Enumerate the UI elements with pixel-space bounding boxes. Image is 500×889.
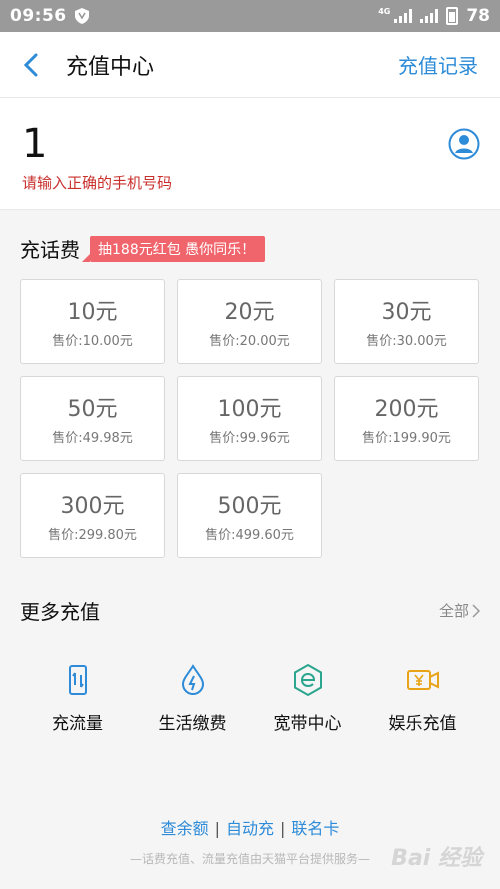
utility-bill-label: 生活缴费 xyxy=(158,714,227,734)
contact-icon[interactable] xyxy=(448,128,480,160)
amount-option[interactable]: 20元售价:20.00元 xyxy=(177,279,322,364)
amount-value: 300元 xyxy=(60,494,125,519)
entertainment-item[interactable]: 娱乐充值 xyxy=(365,663,480,734)
view-all-link[interactable]: 全部 xyxy=(439,600,480,621)
status-time: 09:56 xyxy=(10,6,67,26)
video-yen-icon xyxy=(406,670,439,690)
broadband-icon xyxy=(293,663,322,697)
data-flow-item[interactable]: 充流量 xyxy=(20,663,135,734)
battery-icon xyxy=(446,7,459,25)
amount-value: 50元 xyxy=(67,397,118,422)
back-button[interactable] xyxy=(22,52,48,78)
phone-number-input[interactable]: 1 xyxy=(22,122,478,166)
nav-bar: 充值中心 充值记录 xyxy=(0,32,500,98)
section-title: 充话费 xyxy=(20,238,80,262)
co-branded-card-link[interactable]: 联名卡 xyxy=(291,819,339,838)
amount-price: 售价:499.60元 xyxy=(205,528,294,543)
amount-value: 200元 xyxy=(374,397,439,422)
amount-price: 售价:30.00元 xyxy=(366,334,447,349)
signal-icon xyxy=(394,9,413,23)
page-title: 充值中心 xyxy=(66,54,155,80)
amount-value: 10元 xyxy=(67,300,118,325)
amount-option[interactable]: 500元售价:499.60元 xyxy=(177,473,322,558)
watermark: Bai 经验 xyxy=(391,846,482,871)
utility-bill-item[interactable]: 生活缴费 xyxy=(135,663,250,734)
water-drop-icon xyxy=(181,664,204,696)
data-flow-icon xyxy=(68,665,87,695)
amount-price: 售价:299.80元 xyxy=(48,528,137,543)
amount-price: 售价:199.90元 xyxy=(362,431,451,446)
amount-value: 30元 xyxy=(381,300,432,325)
promo-badge[interactable]: 抽188元红包 愚你同乐！ xyxy=(81,235,266,262)
phone-charge-section: 充话费 抽188元红包 愚你同乐！ 10元售价:10.00元 20元售价:20.… xyxy=(0,210,500,558)
check-balance-link[interactable]: 查余额 xyxy=(161,819,209,838)
phone-error-message: 请输入正确的手机号码 xyxy=(22,174,173,192)
auto-recharge-link[interactable]: 自动充 xyxy=(226,819,274,838)
more-title: 更多充值 xyxy=(20,600,100,624)
amount-value: 100元 xyxy=(217,397,282,422)
amount-price: 售价:20.00元 xyxy=(209,334,290,349)
chevron-right-icon xyxy=(472,603,480,618)
amount-price: 售价:99.96元 xyxy=(209,431,290,446)
amount-value: 500元 xyxy=(217,494,282,519)
broadband-label: 宽带中心 xyxy=(273,714,342,734)
broadband-item[interactable]: 宽带中心 xyxy=(250,663,365,734)
amount-option[interactable]: 30元售价:30.00元 xyxy=(334,279,479,364)
amount-option[interactable]: 10元售价:10.00元 xyxy=(20,279,165,364)
amount-option[interactable]: 50元售价:49.98元 xyxy=(20,376,165,461)
footer-links: 查余额 | 自动充 | 联名卡 xyxy=(0,815,500,839)
more-recharge-section: 更多充值 全部 充流量 生活缴费 宽带中心 娱乐充值 xyxy=(0,596,500,734)
signal-icon-2 xyxy=(420,9,439,23)
network-type: 4G xyxy=(378,7,391,16)
amount-option[interactable]: 300元售价:299.80元 xyxy=(20,473,165,558)
amount-price: 售价:49.98元 xyxy=(52,431,133,446)
phone-input-section: 1 请输入正确的手机号码 xyxy=(0,98,500,210)
amount-value: 20元 xyxy=(224,300,275,325)
divider: | xyxy=(214,819,220,838)
amount-option[interactable]: 100元售价:99.96元 xyxy=(177,376,322,461)
amount-grid: 10元售价:10.00元 20元售价:20.00元 30元售价:30.00元 5… xyxy=(20,279,480,558)
amount-option[interactable]: 200元售价:199.90元 xyxy=(334,376,479,461)
entertainment-label: 娱乐充值 xyxy=(388,714,457,734)
status-bar: 09:56 4G 78 xyxy=(0,0,500,32)
data-flow-label: 充流量 xyxy=(52,714,103,734)
divider: | xyxy=(280,819,286,838)
recharge-history-link[interactable]: 充值记录 xyxy=(398,50,478,79)
battery-level: 78 xyxy=(466,6,490,26)
view-all-label: 全部 xyxy=(438,602,469,620)
amount-price: 售价:10.00元 xyxy=(52,334,133,349)
shield-icon xyxy=(74,8,89,24)
chevron-left-icon xyxy=(23,53,38,76)
